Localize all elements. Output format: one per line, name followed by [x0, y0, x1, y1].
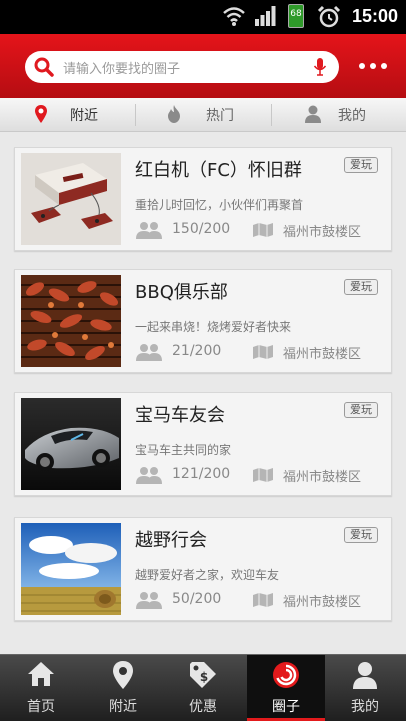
battery-icon: 68 — [288, 4, 304, 28]
search-bar[interactable]: 请输入你要找的圈子 — [25, 51, 339, 83]
group-description: 越野爱好者之家，欢迎车友 — [135, 568, 280, 582]
nav-home-label: 首页 — [27, 699, 55, 715]
nav-nearby-label: 附近 — [109, 699, 137, 715]
group-location: 福州市鼓楼区 — [283, 225, 362, 240]
members-icon — [136, 467, 162, 484]
more-options-icon[interactable] — [358, 62, 388, 70]
tab-mine-label: 我的 — [338, 108, 366, 124]
group-location: 福州市鼓楼区 — [283, 347, 362, 362]
status-bar: 68 15:00 — [0, 0, 406, 34]
map-icon — [253, 345, 273, 359]
group-thumbnail — [21, 275, 121, 367]
bottom-nav: 首页 附近 $ 优惠 圈子 我的 — [0, 654, 406, 721]
nav-circles-label: 圈子 — [272, 699, 300, 715]
wifi-icon — [223, 7, 245, 26]
member-count: 150/200 — [172, 221, 231, 237]
group-tag: 爱玩 — [344, 157, 378, 173]
app-header: 请输入你要找的圈子 — [0, 34, 406, 98]
group-thumbnail — [21, 523, 121, 615]
members-icon — [136, 222, 162, 239]
tab-nearby[interactable]: 附近 — [0, 98, 135, 132]
nav-deals-label: 优惠 — [189, 699, 217, 715]
svg-text:$: $ — [200, 670, 208, 684]
group-title: BBQ俱乐部 — [135, 282, 228, 303]
circle-swirl-icon — [273, 662, 299, 688]
nav-circles[interactable]: 圈子 — [247, 655, 325, 721]
group-title: 宝马车友会 — [135, 405, 225, 426]
group-thumbnail — [21, 153, 121, 245]
person-icon — [353, 662, 377, 689]
filter-tabs: 附近 热门 我的 — [0, 98, 406, 132]
location-pin-icon — [113, 661, 133, 689]
group-tag: 爱玩 — [344, 527, 378, 543]
battery-level: 68 — [290, 9, 302, 19]
tab-mine[interactable]: 我的 — [272, 98, 406, 132]
home-icon — [28, 662, 54, 686]
search-icon — [34, 57, 54, 77]
signal-icon — [255, 6, 276, 26]
nav-nearby[interactable]: 附近 — [84, 655, 162, 721]
group-tag: 爱玩 — [344, 402, 378, 418]
nav-deals[interactable]: $ 优惠 — [164, 655, 242, 721]
map-icon — [253, 223, 273, 237]
group-tag: 爱玩 — [344, 279, 378, 295]
group-card[interactable]: 越野行会 爱玩 越野爱好者之家，欢迎车友 50/200 福州市鼓楼区 — [14, 517, 392, 621]
member-count: 21/200 — [172, 343, 222, 359]
group-description: 重拾儿时回忆，小伙伴们再聚首 — [135, 198, 304, 212]
person-icon — [305, 105, 321, 123]
group-thumbnail — [21, 398, 121, 490]
location-pin-icon — [35, 105, 47, 123]
search-input[interactable]: 请输入你要找的圈子 — [63, 58, 180, 77]
microphone-icon[interactable] — [313, 57, 327, 77]
group-location: 福州市鼓楼区 — [283, 595, 362, 610]
clock-time: 15:00 — [351, 6, 398, 26]
coupon-tag-icon: $ — [190, 662, 216, 688]
group-card[interactable]: BBQ俱乐部 爱玩 一起来串烧！烧烤爱好者快来 21/200 福州市鼓楼区 — [14, 269, 392, 373]
group-title: 红白机（FC）怀旧群 — [135, 160, 302, 181]
group-location: 福州市鼓楼区 — [283, 470, 362, 485]
members-icon — [136, 344, 162, 361]
group-description: 宝马车主共同的家 — [135, 443, 232, 457]
tab-hot[interactable]: 热门 — [136, 98, 271, 132]
group-title: 越野行会 — [135, 530, 207, 551]
member-count: 121/200 — [172, 466, 231, 482]
tab-hot-label: 热门 — [206, 108, 234, 124]
map-icon — [253, 593, 273, 607]
nav-mine[interactable]: 我的 — [326, 655, 404, 721]
nav-mine-label: 我的 — [351, 699, 379, 715]
group-description: 一起来串烧！烧烤爱好者快来 — [135, 320, 292, 334]
group-card[interactable]: 宝马车友会 爱玩 宝马车主共同的家 121/200 福州市鼓楼区 — [14, 392, 392, 496]
member-count: 50/200 — [172, 591, 222, 607]
tab-nearby-label: 附近 — [70, 108, 98, 124]
map-icon — [253, 468, 273, 482]
group-card[interactable]: 红白机（FC）怀旧群 爱玩 重拾儿时回忆，小伙伴们再聚首 150/200 福州市… — [14, 147, 392, 251]
alarm-clock-icon — [317, 5, 341, 28]
members-icon — [136, 592, 162, 609]
nav-home[interactable]: 首页 — [2, 655, 80, 721]
flame-icon — [168, 105, 180, 123]
